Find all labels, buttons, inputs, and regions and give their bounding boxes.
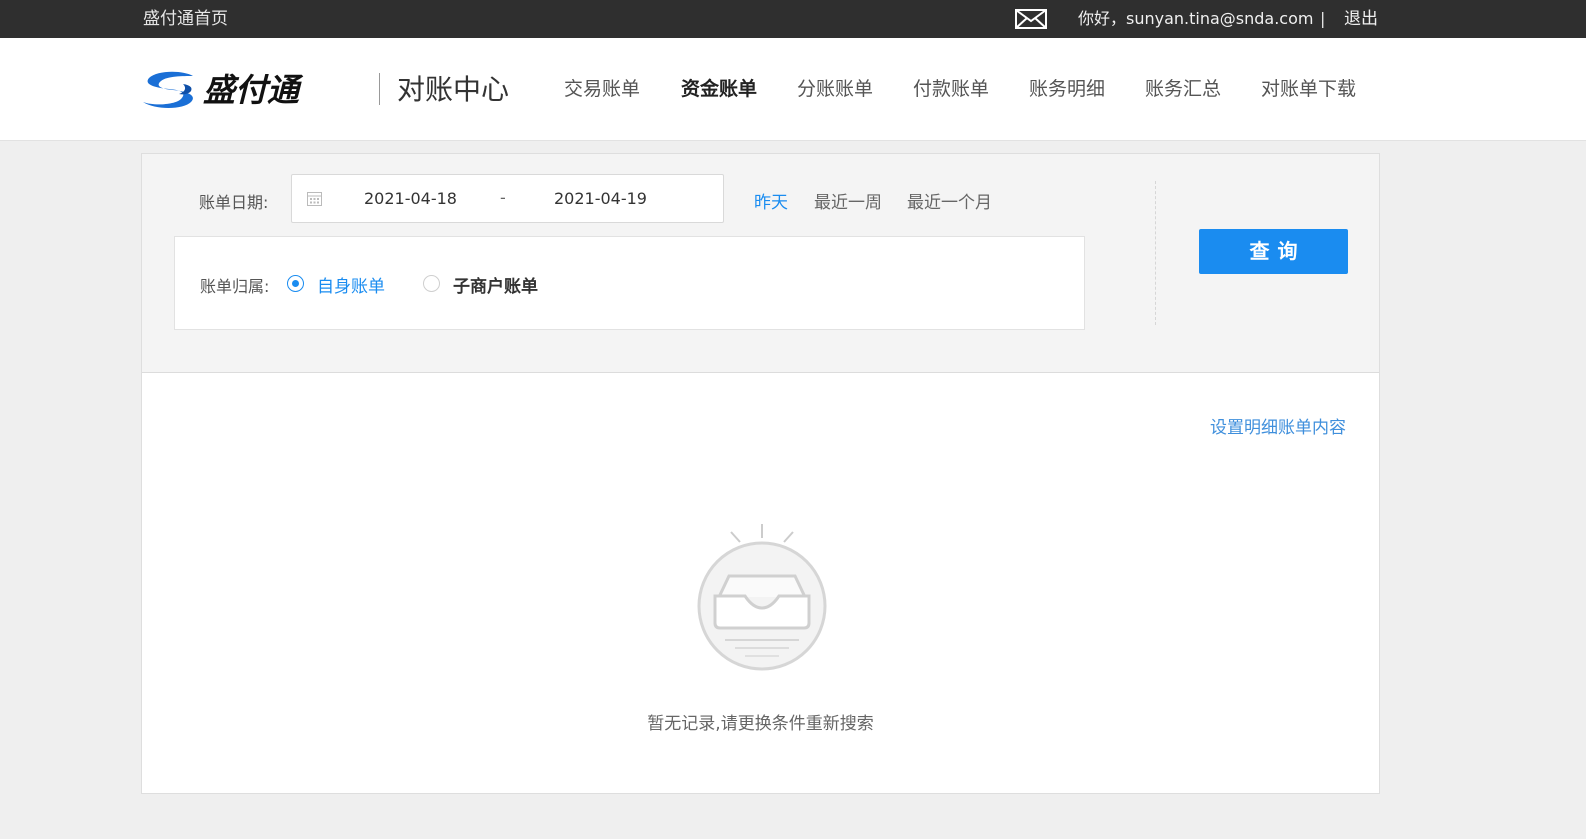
filter-divider: [1155, 181, 1156, 325]
nav-item-split-bill[interactable]: 分账账单: [797, 74, 873, 104]
nav-item-account-summary[interactable]: 账务汇总: [1145, 74, 1221, 104]
set-detail-content-link[interactable]: 设置明细账单内容: [1210, 413, 1346, 438]
filter-area: 账单日期: 2021-04-18 - 2021-04-19 昨天 最近一周 最近…: [142, 154, 1379, 373]
home-link[interactable]: 盛付通首页: [143, 0, 228, 38]
quick-range-last-month[interactable]: 最近一个月: [907, 188, 992, 213]
date-end-input[interactable]: 2021-04-19: [554, 189, 647, 208]
owner-label: 账单归属:: [200, 277, 270, 296]
page-subtitle: 对账中心: [397, 73, 510, 106]
topbar-separator: |: [1320, 9, 1326, 28]
svg-text:盛付通: 盛付通: [203, 71, 304, 109]
nav-item-statement-download[interactable]: 对账单下载: [1261, 74, 1356, 104]
radio-self-bill[interactable]: [287, 275, 304, 292]
date-range-separator: -: [500, 188, 506, 207]
calendar-icon: [306, 190, 323, 207]
date-label: 账单日期:: [199, 193, 269, 212]
quick-range-last-week[interactable]: 最近一周: [814, 188, 882, 213]
date-start-input[interactable]: 2021-04-18: [364, 189, 457, 208]
quick-range-yesterday[interactable]: 昨天: [754, 188, 788, 213]
nav-item-account-detail[interactable]: 账务明细: [1029, 74, 1105, 104]
radio-sub-merchant-bill[interactable]: [423, 275, 440, 292]
nav-item-fund-bill[interactable]: 资金账单: [681, 74, 757, 104]
header: 盛付通 对账中心 交易账单 资金账单 分账账单 付款账单 账务明细 账务汇总 对…: [0, 38, 1586, 141]
main-panel: 账单日期: 2021-04-18 - 2021-04-19 昨天 最近一周 最近…: [141, 153, 1380, 794]
option-sub-merchant-bill-label[interactable]: 子商户账单: [453, 272, 538, 297]
empty-inbox-icon: [689, 522, 835, 672]
nav-item-payment-bill[interactable]: 付款账单: [913, 74, 989, 104]
query-button[interactable]: 查询: [1199, 229, 1348, 274]
mail-icon[interactable]: [1015, 9, 1047, 29]
brand-logo[interactable]: 盛付通: [143, 68, 368, 110]
top-bar: 盛付通首页 你好，sunyan.tina@snda.com | 退出: [0, 0, 1586, 38]
empty-state-message: 暂无记录,请更换条件重新搜索: [647, 714, 874, 734]
logo-divider: [379, 73, 380, 105]
date-range-picker[interactable]: 2021-04-18 - 2021-04-19: [291, 174, 724, 223]
nav-item-trade-bill[interactable]: 交易账单: [564, 74, 640, 104]
bill-owner-box: 账单归属: 自身账单 子商户账单: [174, 236, 1085, 330]
logout-link[interactable]: 退出: [1344, 0, 1378, 38]
user-greeting: 你好，sunyan.tina@snda.com: [1078, 9, 1314, 28]
option-self-bill-label[interactable]: 自身账单: [317, 272, 385, 297]
